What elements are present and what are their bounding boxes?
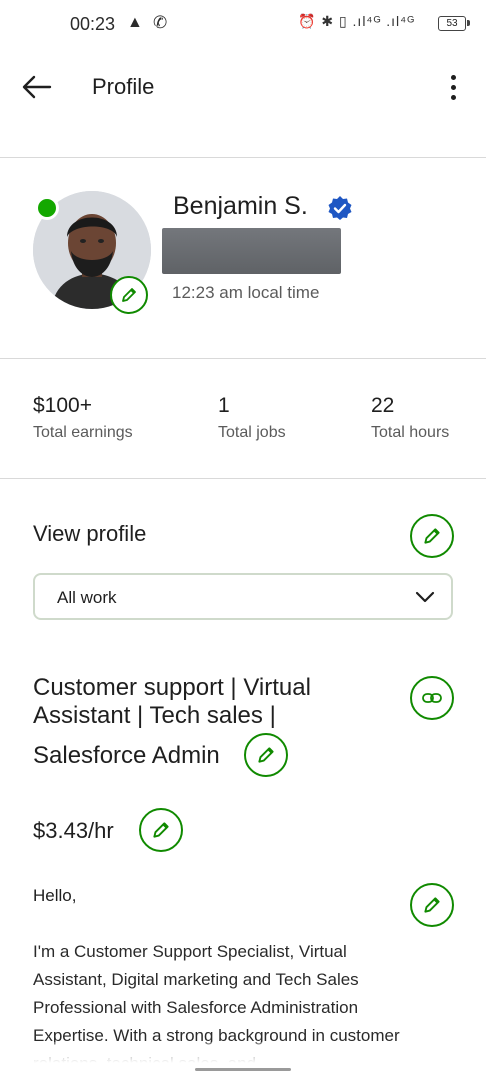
- kebab-dot: [450, 95, 456, 100]
- bio-greeting: Hello,: [33, 886, 77, 905]
- edit-title-button[interactable]: [244, 733, 288, 777]
- arrow-left-icon: [22, 75, 52, 99]
- job-title-line: Customer support | Virtual: [33, 674, 311, 701]
- edit-rate-button[interactable]: [139, 808, 183, 852]
- verified-badge-icon: [327, 195, 353, 221]
- status-time: 00:23: [70, 14, 116, 34]
- work-filter-dropdown[interactable]: All work: [33, 573, 453, 620]
- stat-earnings-label: Total earnings: [33, 424, 133, 441]
- copy-link-button[interactable]: [410, 676, 454, 720]
- hourly-rate: $3.43/hr: [33, 818, 114, 843]
- edit-bio-button[interactable]: [410, 883, 454, 927]
- battery-icon: 53: [438, 16, 466, 31]
- online-status-dot: [35, 196, 59, 220]
- fade-overlay: [0, 1042, 486, 1080]
- pencil-icon: [153, 822, 169, 838]
- pencil-icon: [424, 528, 440, 544]
- stat-jobs-value: 1: [218, 394, 230, 417]
- stat-jobs-label: Total jobs: [218, 424, 286, 441]
- warning-icon: ▲: [127, 14, 143, 31]
- view-profile-title: View profile: [33, 521, 147, 546]
- dropdown-selected-value: All work: [57, 588, 117, 607]
- more-options-button[interactable]: [442, 70, 464, 104]
- divider: [0, 157, 486, 158]
- status-icons: ⏰ ✱ ▯ .ıl⁴ᴳ .ıl⁴ᴳ: [298, 13, 416, 29]
- link-icon: [422, 693, 442, 703]
- stat-hours-label: Total hours: [371, 424, 450, 441]
- user-name: Benjamin S.: [173, 192, 308, 220]
- pencil-icon: [424, 897, 440, 913]
- pencil-icon: [122, 288, 136, 302]
- stat-hours-value: 22: [371, 394, 395, 417]
- divider: [0, 478, 486, 479]
- back-button[interactable]: [20, 72, 54, 102]
- kebab-dot: [450, 75, 456, 80]
- redacted-block: [162, 228, 341, 274]
- edit-view-profile-button[interactable]: [410, 514, 454, 558]
- page-title: Profile: [92, 74, 155, 99]
- kebab-dot: [450, 85, 456, 90]
- job-title-line: Salesforce Admin: [33, 742, 220, 769]
- chevron-down-icon: [415, 591, 435, 603]
- job-title-line: Assistant | Tech sales |: [33, 702, 276, 729]
- status-bar: 00:23 ▲ ✆ ⏰ ✱ ▯ .ıl⁴ᴳ .ıl⁴ᴳ 53: [0, 0, 486, 50]
- phone-icon: ✆: [153, 13, 168, 32]
- local-time: 12:23 am local time: [172, 283, 320, 302]
- pencil-icon: [258, 747, 274, 763]
- divider: [0, 358, 486, 359]
- edit-photo-button[interactable]: [110, 276, 148, 314]
- stat-earnings-value: $100+: [33, 394, 92, 417]
- home-indicator[interactable]: [195, 1068, 291, 1071]
- battery-tip: [467, 20, 470, 26]
- job-title: Customer support | Virtual Assistant | T…: [33, 674, 363, 730]
